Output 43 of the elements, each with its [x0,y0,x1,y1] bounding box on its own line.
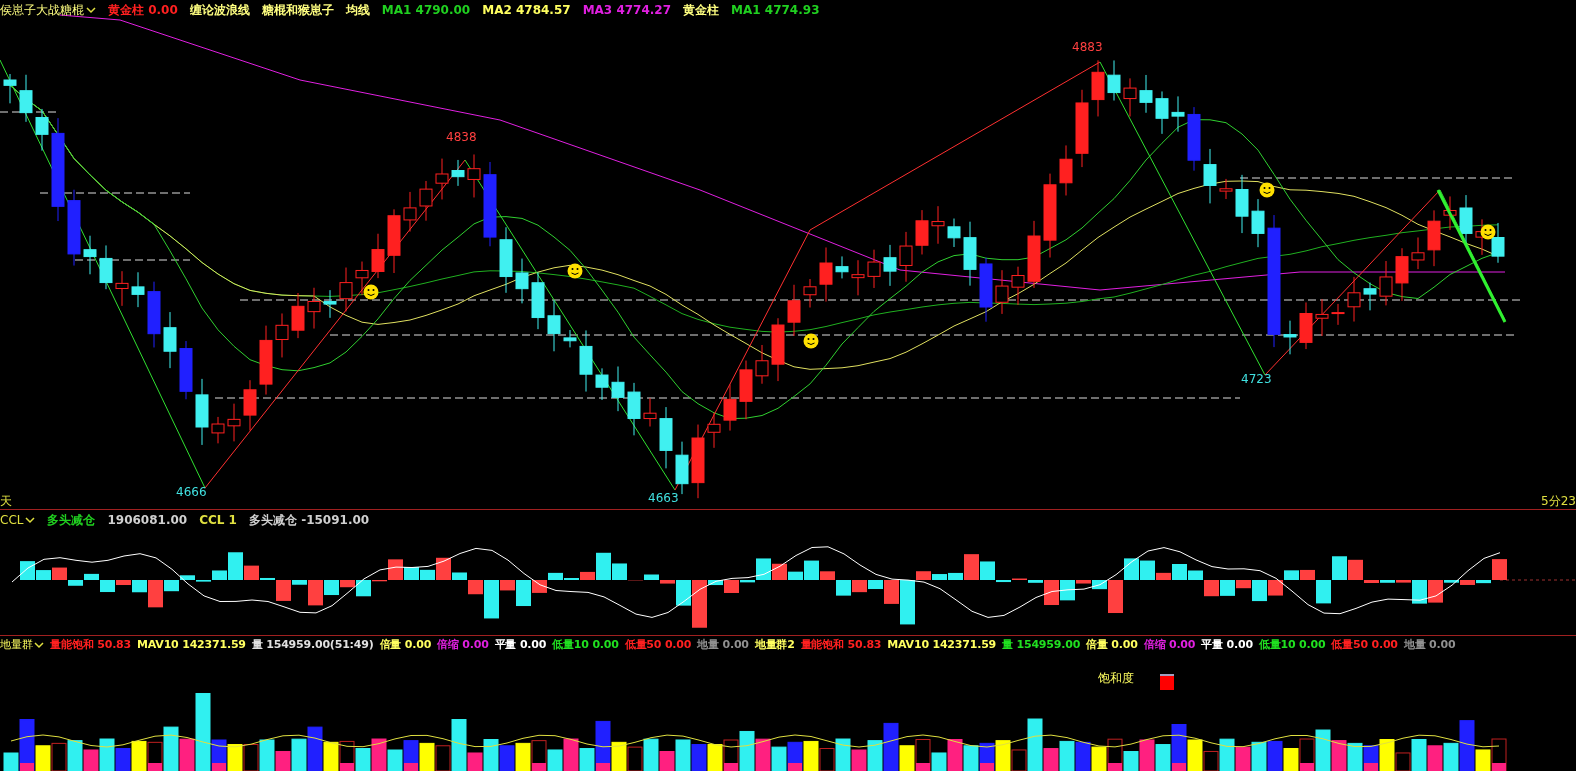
price-label: 4883 [1072,39,1103,56]
legend-value: 多头减仓 -15091.00 [248,512,370,529]
legend-value: 低量10 0.00 [552,636,619,653]
legend-value: MA2 4784.57 [482,2,571,19]
legend-value: 量能饱和 50.83 [800,636,882,653]
legend-value: CCL 1 [199,512,237,529]
legend-value: MAV10 142371.59 [887,636,997,653]
legend-value: MA3 4774.27 [582,2,672,19]
legend-value: 量 154959.00(51:49) [251,636,374,653]
legend-value: 均线 [345,2,370,19]
legend-value: 量能饱和 50.83 [50,636,132,653]
legend-value: 平量 0.00 [1201,636,1253,653]
price-label: 4663 [648,490,679,507]
period-label: 天 [0,493,12,510]
legend-value: MA1 4774.93 [731,2,820,19]
indicator-selector[interactable]: 地量群 [0,636,45,654]
legend-value: 黄金柱 [683,2,720,19]
legend-value: 倍缩 0.00 [437,636,489,653]
legend-value: 多头减仓 [47,512,96,529]
legend-value: 糖棍和猴崽子 [261,2,334,19]
legend-value: 量 154959.00 [1002,636,1081,653]
legend-value: MAV10 142371.59 [137,636,246,653]
legend-value: 平量 0.00 [494,636,547,653]
indicator-selector[interactable]: 侯崽子大战糖棍 [0,1,96,19]
legend-value: 倍缩 0.00 [1143,636,1196,653]
legend-value: 地量 0.00 [1403,636,1456,653]
indicator-selector[interactable]: CCL [0,511,36,529]
legend-value: 黄金柱 0.00 [108,2,178,19]
legend-value: 倍量 0.00 [1086,636,1138,653]
countdown-timer: 5分23 [1541,493,1576,510]
legend-value: 地量群2 [754,636,795,653]
price-label: 4838 [446,129,477,146]
legend-value: 低量10 0.00 [1258,636,1326,653]
saturation-label: 饱和度 [1098,670,1134,687]
legend-value: 倍量 0.00 [379,636,432,653]
legend-value: 1906081.00 [107,512,188,529]
legend-value: 低量50 0.00 [1331,636,1398,653]
legend-value: 低量50 0.00 [624,636,692,653]
legend-value: 缠论波浪线 [189,2,250,19]
price-label: 4666 [176,484,207,501]
price-label: 4723 [1241,371,1272,388]
legend-value: MA1 4790.00 [381,2,471,19]
legend-value: 地量 0.00 [697,636,749,653]
